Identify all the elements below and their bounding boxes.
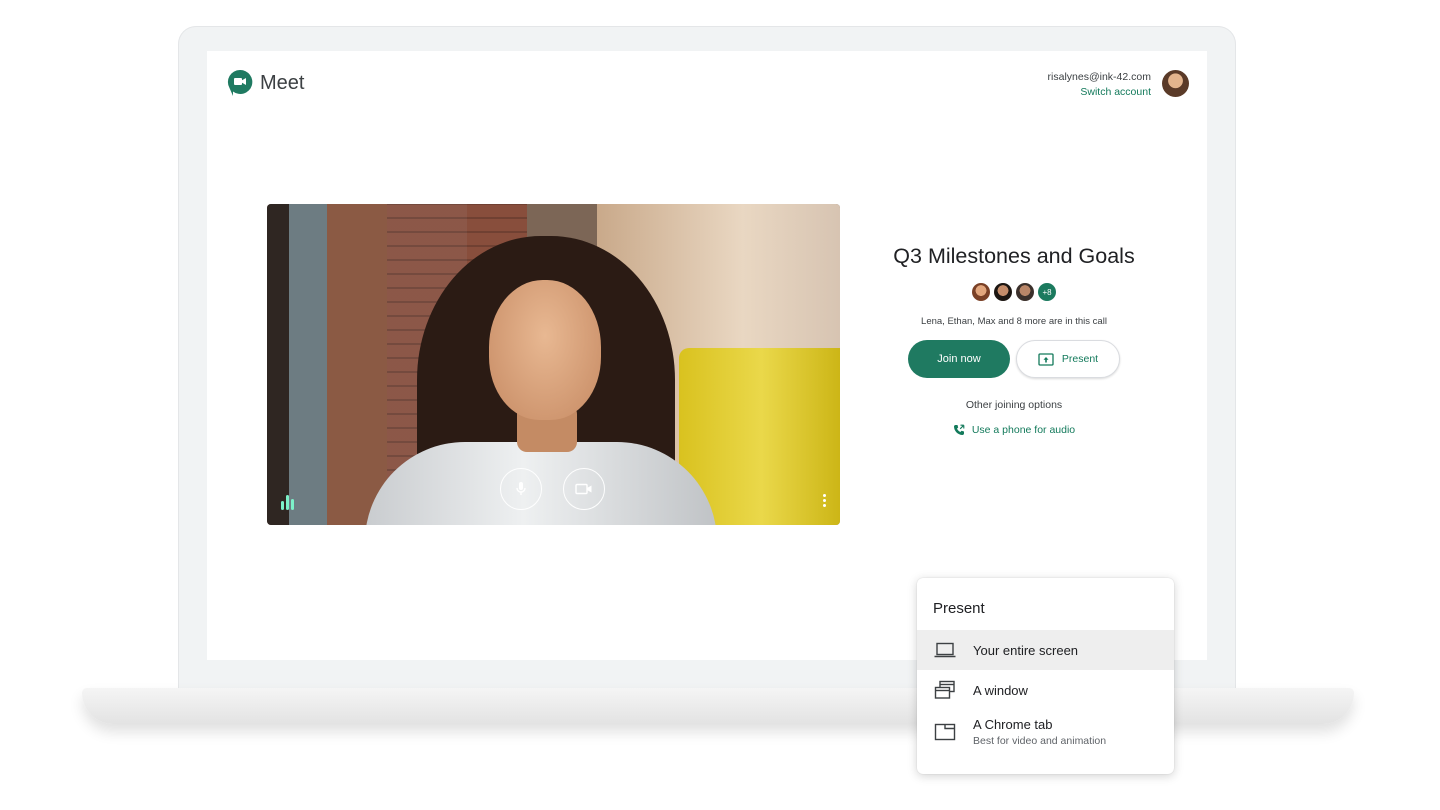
extra-participants-badge: +8 xyxy=(1038,283,1056,301)
participant-avatar xyxy=(994,283,1012,301)
present-option-label: Your entire screen xyxy=(973,642,1079,658)
microphone-icon xyxy=(516,482,526,495)
join-now-button[interactable]: Join now xyxy=(908,340,1010,378)
present-button[interactable]: Present xyxy=(1016,340,1120,378)
present-option-chrome-tab[interactable]: A Chrome tab Best for video and animatio… xyxy=(917,712,1174,752)
other-joining-options: Other joining options xyxy=(965,399,1063,411)
present-option-sublabel: Best for video and animation xyxy=(973,735,1107,747)
phone-icon xyxy=(953,424,965,435)
switch-account-link[interactable]: Switch account xyxy=(1048,85,1151,100)
meet-logo: Meet xyxy=(227,69,304,97)
use-phone-audio-link[interactable]: Use a phone for audio xyxy=(879,424,1149,436)
join-panel: Q3 Milestones and Goals +8 Lena, Ethan, … xyxy=(879,244,1149,436)
laptop-icon xyxy=(934,642,956,658)
participant-avatars: +8 xyxy=(879,283,1149,301)
account-avatar[interactable] xyxy=(1162,70,1189,97)
person-face xyxy=(489,280,601,420)
in-call-text: Lena, Ethan, Max and 8 more are in this … xyxy=(921,316,1107,327)
camera-icon xyxy=(575,483,592,495)
present-option-label: A Chrome tab xyxy=(973,717,1053,732)
camera-toggle-button[interactable] xyxy=(563,468,605,510)
tab-icon xyxy=(934,723,956,741)
microphone-toggle-button[interactable] xyxy=(500,468,542,510)
present-button-label: Present xyxy=(1061,353,1099,365)
app-name: Meet xyxy=(260,71,305,94)
present-screen-icon xyxy=(1038,352,1054,366)
meet-logo-icon xyxy=(227,69,253,96)
present-menu-title: Present xyxy=(933,600,985,617)
participant-avatar xyxy=(972,283,990,301)
present-menu: Present Your entire screen A window A Ch… xyxy=(917,578,1174,774)
use-phone-audio-label: Use a phone for audio xyxy=(971,424,1076,436)
participant-avatar xyxy=(1016,283,1034,301)
video-preview xyxy=(267,204,840,525)
present-option-window[interactable]: A window xyxy=(917,670,1174,710)
more-vert-icon[interactable] xyxy=(823,494,826,507)
meet-screen: Meet risalynes@ink-42.com Switch account xyxy=(207,51,1207,660)
account-email: risalynes@ink-42.com xyxy=(1047,71,1151,83)
join-actions: Join now Present xyxy=(879,340,1149,378)
audio-level-icon xyxy=(281,495,294,510)
account-info: risalynes@ink-42.com Switch account xyxy=(1048,70,1151,100)
present-option-entire-screen[interactable]: Your entire screen xyxy=(917,630,1174,670)
present-option-label: A window xyxy=(973,682,1028,698)
meeting-title: Q3 Milestones and Goals xyxy=(893,244,1135,268)
window-icon xyxy=(934,680,955,699)
